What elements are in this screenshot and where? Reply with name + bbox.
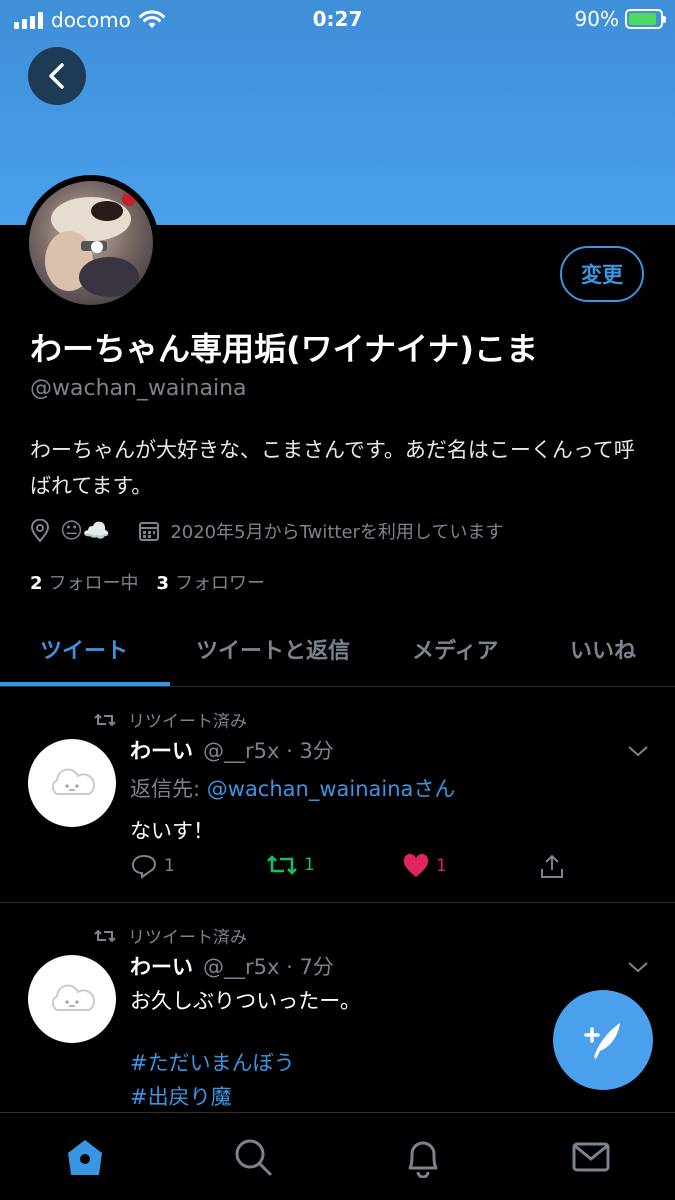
compose-icon xyxy=(584,1023,620,1059)
follow-stats: 2 フォロー中 3 フォロワー xyxy=(30,569,265,595)
reply-count: 1 xyxy=(164,856,175,876)
share-icon xyxy=(541,854,563,878)
active-tab-indicator xyxy=(0,682,170,686)
retweet-icon xyxy=(94,713,116,726)
battery-icon xyxy=(625,9,666,29)
retweet-icon xyxy=(267,855,297,875)
tab-tweets[interactable]: ツイート xyxy=(40,633,128,665)
mail-icon xyxy=(572,1142,610,1172)
nav-messages[interactable] xyxy=(569,1135,613,1179)
tab-likes[interactable]: いいね xyxy=(570,633,636,665)
default-avatar-icon xyxy=(51,984,96,1011)
retweet-icon xyxy=(94,929,116,942)
nav-notifications[interactable] xyxy=(401,1135,445,1179)
share-button[interactable] xyxy=(538,853,566,881)
hashtag-link[interactable]: #出戻り魔 xyxy=(130,1081,232,1111)
followers-link[interactable]: 3 フォロワー xyxy=(157,569,266,595)
tweet-header: わーい @__r5x · 7分 xyxy=(130,951,334,981)
tweet-actions: 1 1 1 xyxy=(130,853,570,885)
followers-count: 3 xyxy=(156,573,170,594)
like-count: 1 xyxy=(436,856,447,876)
like-button[interactable]: 1 xyxy=(402,853,447,879)
retweet-count: 1 xyxy=(304,855,315,875)
avatar-image xyxy=(29,181,153,305)
user-handle: @wachan_wainaina xyxy=(30,376,247,401)
tweet-avatar[interactable] xyxy=(28,955,116,1043)
retweet-indicator: リツイート済み xyxy=(94,923,247,948)
reply-icon xyxy=(131,854,157,879)
compose-tweet-button[interactable] xyxy=(553,990,653,1090)
tweet-author-meta: @__r5x · 7分 xyxy=(203,955,334,979)
tab-tweets-replies[interactable]: ツイートと返信 xyxy=(196,633,350,665)
reply-to-line: 返信先: @wachan_wainainaさん xyxy=(130,773,455,803)
tweet-author-name[interactable]: わーい xyxy=(130,739,193,763)
retweet-label: リツイート済み xyxy=(128,712,247,732)
tab-media[interactable]: メディア xyxy=(412,633,498,665)
profile-avatar[interactable] xyxy=(23,175,159,311)
profile-bio: わーちゃんが大好きな、こまさんです。あだ名はこーくんって呼ばれてます。 xyxy=(30,438,635,498)
tweet-item[interactable]: リツイート済み わーい @__r5x · 3分 返信先: @wachan_wain… xyxy=(0,687,675,902)
retweet-indicator: リツイート済み xyxy=(94,707,247,732)
location-text: 😐☁️ xyxy=(60,518,111,544)
calendar-icon xyxy=(139,522,160,541)
following-label: フォロー中 xyxy=(48,573,139,594)
home-icon xyxy=(68,1140,102,1175)
battery-level xyxy=(629,13,656,25)
tweet-author-name[interactable]: わーい xyxy=(130,955,193,979)
status-bar: docomo 0:27 90% xyxy=(0,0,675,38)
battery-percent: 90% xyxy=(574,7,619,31)
joined-date: 2020年5月からTwitterを利用しています xyxy=(170,522,504,543)
bottom-navigation xyxy=(0,1112,675,1200)
following-link[interactable]: 2 フォロー中 xyxy=(30,569,139,595)
tweet-text: ないす！ xyxy=(130,819,214,843)
default-avatar-icon xyxy=(51,768,96,795)
location-pin-icon xyxy=(30,519,50,543)
chevron-down-icon[interactable] xyxy=(626,959,650,975)
tweet-avatar[interactable] xyxy=(28,739,116,827)
arrow-left-icon xyxy=(49,63,64,89)
following-count: 2 xyxy=(30,573,43,594)
retweet-button[interactable]: 1 xyxy=(266,853,315,877)
retweet-label: リツイート済み xyxy=(128,928,247,948)
back-button[interactable] xyxy=(28,47,86,105)
followers-label: フォロワー xyxy=(175,573,266,594)
edit-profile-button[interactable]: 変更 xyxy=(560,246,644,302)
tweet-header: わーい @__r5x · 3分 xyxy=(130,735,334,765)
chevron-down-icon[interactable] xyxy=(626,743,650,759)
tweet-text: お久しぶりついったー。 xyxy=(130,989,361,1013)
nav-search[interactable] xyxy=(231,1135,275,1179)
heart-icon xyxy=(403,853,429,877)
display-name: わーちゃん専用垢(ワイナイナ)こま xyxy=(30,330,538,368)
nav-home[interactable] xyxy=(63,1135,107,1179)
profile-meta: 😐☁️ 2020年5月からTwitterを利用しています xyxy=(30,518,503,544)
bell-icon xyxy=(408,1141,438,1178)
profile-tabs: ツイート ツイートと返信 メディア いいね xyxy=(0,610,675,687)
hashtag-link[interactable]: #ただいまんぼう xyxy=(130,1047,295,1077)
tweet-author-meta: @__r5x · 3分 xyxy=(203,739,334,763)
search-icon xyxy=(235,1139,272,1176)
reply-to-handle[interactable]: @wachan_wainainaさん xyxy=(207,777,456,801)
reply-button[interactable]: 1 xyxy=(130,853,175,879)
reply-to-prefix: 返信先: xyxy=(130,777,207,801)
